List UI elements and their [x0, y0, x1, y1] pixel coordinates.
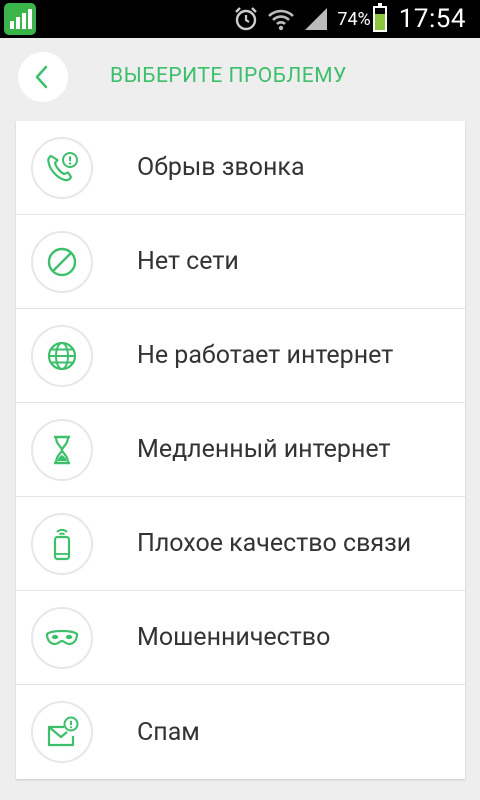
phone-signal-icon: [53, 528, 71, 560]
status-time: 17:54: [398, 4, 466, 34]
page-title: ВЫБЕРИТЕ ПРОБЛЕМУ: [110, 64, 347, 88]
icon-circle: [31, 701, 93, 763]
icon-circle: [31, 606, 93, 669]
problem-label: Не работает интернет: [137, 341, 394, 370]
mask-icon: [45, 629, 79, 645]
icon-circle: [31, 418, 93, 481]
problem-item-fraud[interactable]: Мошенничество: [16, 591, 465, 685]
hourglass-icon: [54, 435, 70, 464]
wifi-icon: [268, 9, 295, 31]
alarm-icon: [235, 7, 258, 31]
problem-label: Спам: [137, 717, 200, 747]
no-signal-icon: [47, 247, 77, 276]
problem-item-no-internet[interactable]: Не работает интернет: [16, 309, 465, 403]
problem-item-no-network[interactable]: Нет сети: [16, 215, 465, 309]
problem-item-call-drop[interactable]: Обрыв звонка: [16, 121, 465, 215]
problem-item-slow-internet[interactable]: Медленный интернет: [16, 403, 465, 497]
back-button[interactable]: [18, 52, 68, 102]
status-bar: 74% 17:54: [0, 0, 480, 38]
header: ВЫБЕРИТЕ ПРОБЛЕМУ: [0, 38, 480, 118]
problem-label: Мошенничество: [137, 623, 331, 652]
icon-circle: [31, 230, 93, 293]
mail-alert-icon: [47, 716, 79, 747]
problem-label: Обрыв звонка: [137, 153, 305, 182]
icon-circle: [31, 512, 93, 575]
problem-label: Нет сети: [137, 247, 239, 276]
app-notification-icon: [4, 3, 36, 35]
problem-label: Медленный интернет: [137, 435, 391, 464]
problem-item-spam[interactable]: Спам: [16, 685, 465, 779]
icon-circle: [31, 324, 93, 387]
problem-list: Обрыв звонка Нет сети Не работает интерн…: [16, 121, 465, 779]
problem-item-poor-quality[interactable]: Плохое качество связи: [16, 497, 465, 591]
chevron-left-icon: [35, 65, 48, 89]
cell-signal-icon: [305, 8, 328, 30]
icon-circle: [31, 136, 93, 199]
battery-percent: 74%: [337, 8, 371, 30]
problem-label: Плохое качество связи: [137, 529, 412, 558]
battery-icon: [372, 3, 387, 32]
globe-icon: [47, 341, 77, 370]
phone-alert-icon: [47, 151, 78, 181]
